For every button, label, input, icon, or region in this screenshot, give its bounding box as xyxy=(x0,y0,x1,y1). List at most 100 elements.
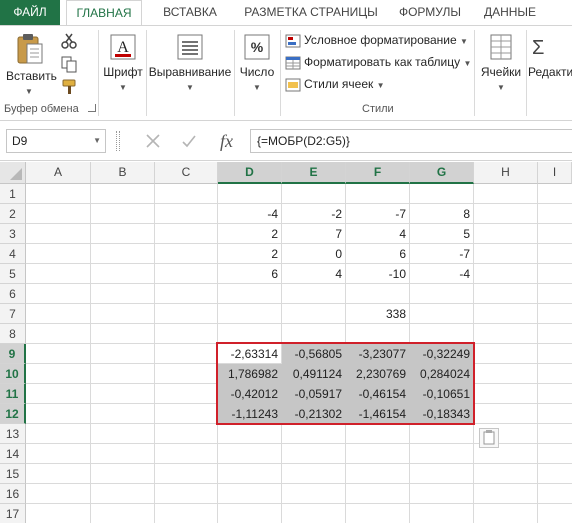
name-box[interactable]: D9 ▼ xyxy=(6,129,106,153)
cut-button[interactable] xyxy=(60,32,80,52)
cell-d2[interactable]: -4 xyxy=(218,204,282,224)
cell-f4[interactable]: 6 xyxy=(346,244,410,264)
cell-g2[interactable]: 8 xyxy=(410,204,474,224)
row-header-12[interactable]: 12 xyxy=(0,404,26,424)
formula-input[interactable]: {=МОБР(D2:G5)} xyxy=(250,129,572,153)
row-header-13[interactable]: 13 xyxy=(0,424,26,444)
row-header-11[interactable]: 11 xyxy=(0,384,26,404)
font-button[interactable]: A Шрифт ▼ xyxy=(102,32,144,93)
row-header-14[interactable]: 14 xyxy=(0,444,26,464)
ribbon-tabs: ФАЙЛ ГЛАВНАЯ ВСТАВКА РАЗМЕТКА СТРАНИЦЫ Ф… xyxy=(0,0,572,26)
format-painter-button[interactable] xyxy=(60,78,80,98)
column-header-f[interactable]: F xyxy=(346,162,410,184)
formula-buttons: fx xyxy=(136,129,246,153)
row-header-7[interactable]: 7 xyxy=(0,304,26,324)
cell-styles-button[interactable]: Стили ячеек ▼ xyxy=(285,74,385,94)
gridline-vertical xyxy=(154,184,155,523)
cell-g4[interactable]: -7 xyxy=(410,244,474,264)
cell-g3[interactable]: 5 xyxy=(410,224,474,244)
column-header-c[interactable]: C xyxy=(155,162,218,184)
cell-f5[interactable]: -10 xyxy=(346,264,410,284)
column-header-d[interactable]: D xyxy=(218,162,282,184)
cell-e2[interactable]: -2 xyxy=(282,204,346,224)
tab-home[interactable]: ГЛАВНАЯ xyxy=(66,0,142,26)
enter-check-icon[interactable] xyxy=(180,132,198,150)
group-separator xyxy=(280,30,281,116)
cells-icon xyxy=(490,34,512,60)
group-separator xyxy=(98,30,99,116)
tab-insert[interactable]: ВСТАВКА xyxy=(150,0,230,25)
format-as-table-button[interactable]: Форматировать как таблицу ▼ xyxy=(285,52,471,72)
spreadsheet-grid[interactable]: A B C D E F G H I 1 2 3 4 5 6 7 8 9 10 11 12 13 14 15 16 17 -4 -2 -7… xyxy=(0,162,572,523)
tab-formulas[interactable]: ФОРМУЛЫ xyxy=(394,0,466,25)
gridline-vertical xyxy=(537,184,538,523)
group-separator xyxy=(474,30,475,116)
row-header-5[interactable]: 5 xyxy=(0,264,26,284)
format-as-table-label: Форматировать как таблицу xyxy=(304,55,461,69)
insert-function-button[interactable]: fx xyxy=(220,129,233,153)
clipboard-group-label: Буфер обмена xyxy=(4,103,79,115)
gridline-horizontal xyxy=(26,303,572,304)
cell-f7[interactable]: 338 xyxy=(346,304,410,324)
dialog-launcher-icon[interactable] xyxy=(88,104,96,112)
column-header-i[interactable]: I xyxy=(538,162,572,184)
column-header-g[interactable]: G xyxy=(410,162,474,184)
column-header-e[interactable]: E xyxy=(282,162,346,184)
tab-data[interactable]: ДАННЫЕ xyxy=(478,0,542,25)
chevron-down-icon: ▼ xyxy=(497,83,505,92)
chevron-down-icon[interactable]: ▼ xyxy=(93,130,101,152)
splitter-handle[interactable] xyxy=(116,131,120,151)
row-header-6[interactable]: 6 xyxy=(0,284,26,304)
row-header-3[interactable]: 3 xyxy=(0,224,26,244)
gridline-horizontal xyxy=(26,463,572,464)
column-header-h[interactable]: H xyxy=(474,162,538,184)
paste-options-icon[interactable] xyxy=(479,428,499,448)
gridline-horizontal xyxy=(26,483,572,484)
editing-button[interactable]: Σ Редакти xyxy=(528,32,572,79)
conditional-formatting-button[interactable]: Условное форматирование ▼ xyxy=(285,30,468,50)
column-header-a[interactable]: A xyxy=(26,162,91,184)
chevron-down-icon: ▼ xyxy=(463,59,472,68)
select-all-corner[interactable] xyxy=(0,162,26,184)
cell-g5[interactable]: -4 xyxy=(410,264,474,284)
number-button[interactable]: % Число ▼ xyxy=(236,32,278,93)
chevron-down-icon: ▼ xyxy=(119,83,127,92)
cell-e3[interactable]: 7 xyxy=(282,224,346,244)
brush-icon xyxy=(62,79,76,94)
paste-button[interactable]: Вставить ▼ xyxy=(6,32,57,97)
clipboard-icon xyxy=(17,34,43,64)
cell-d4[interactable]: 2 xyxy=(218,244,282,264)
gridline-horizontal xyxy=(26,503,572,504)
cell-d3[interactable]: 2 xyxy=(218,224,282,244)
row-header-10[interactable]: 10 xyxy=(0,364,26,384)
cell-e5[interactable]: 4 xyxy=(282,264,346,284)
chevron-down-icon: ▼ xyxy=(253,83,261,92)
copy-button[interactable] xyxy=(60,55,80,75)
tab-page-layout[interactable]: РАЗМЕТКА СТРАНИЦЫ xyxy=(238,0,384,25)
name-box-value: D9 xyxy=(12,134,28,148)
cells-button[interactable]: Ячейки ▼ xyxy=(478,32,524,93)
column-header-b[interactable]: B xyxy=(91,162,155,184)
copy-icon xyxy=(61,56,77,73)
row-header-16[interactable]: 16 xyxy=(0,484,26,504)
cell-e4[interactable]: 0 xyxy=(282,244,346,264)
cell-styles-icon xyxy=(285,78,301,92)
cell-d5[interactable]: 6 xyxy=(218,264,282,284)
cancel-icon[interactable] xyxy=(144,132,162,150)
alignment-button[interactable]: Выравнивание ▼ xyxy=(148,32,232,93)
row-header-4[interactable]: 4 xyxy=(0,244,26,264)
paste-label: Вставить xyxy=(6,69,57,83)
cell-styles-label: Стили ячеек xyxy=(304,77,374,91)
cell-f3[interactable]: 4 xyxy=(346,224,410,244)
group-separator xyxy=(234,30,235,116)
row-header-15[interactable]: 15 xyxy=(0,464,26,484)
row-header-17[interactable]: 17 xyxy=(0,504,26,523)
tab-file[interactable]: ФАЙЛ xyxy=(0,0,60,25)
row-header-1[interactable]: 1 xyxy=(0,184,26,204)
cell-f2[interactable]: -7 xyxy=(346,204,410,224)
ribbon: Вставить ▼ Буфер обмена A Шрифт ▼ Выравн… xyxy=(0,25,572,121)
chevron-down-icon: ▼ xyxy=(25,87,33,96)
row-header-8[interactable]: 8 xyxy=(0,324,26,344)
row-header-2[interactable]: 2 xyxy=(0,204,26,224)
row-header-9[interactable]: 9 xyxy=(0,344,26,364)
